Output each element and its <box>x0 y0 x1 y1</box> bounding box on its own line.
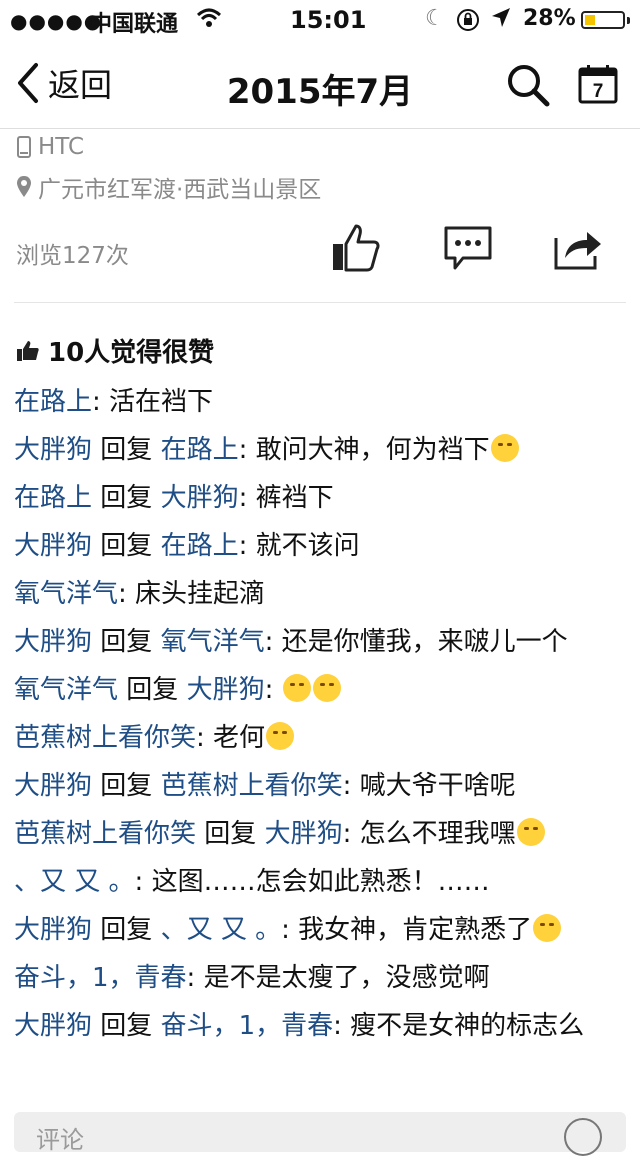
share-icon[interactable] <box>553 222 603 274</box>
calendar-day: 7 <box>593 81 604 102</box>
reply-target[interactable]: 大胖狗 <box>161 483 239 513</box>
comment-input[interactable]: 评论 <box>14 1112 626 1156</box>
comment-item[interactable]: 在路上: 活在裆下 <box>14 384 626 420</box>
comment-author[interactable]: 芭蕉树上看你笑 <box>14 723 196 753</box>
emoji-icon <box>282 674 311 702</box>
comment-item[interactable]: 大胖狗 回复 在路上: 敢问大神，何为裆下 <box>14 432 626 468</box>
comment-item[interactable]: 、又 又 。: 这图……怎会如此熟悉！…… <box>14 864 626 900</box>
reply-target[interactable]: 奋斗，1，青春 <box>161 1011 334 1041</box>
comment-text: 就不该问 <box>255 531 360 561</box>
comment-author[interactable]: 氧气洋气 <box>14 579 118 609</box>
comment-text: 我女神，肯定熟悉了 <box>298 915 533 945</box>
comment-author[interactable]: 在路上 <box>14 387 92 417</box>
comment-item[interactable]: 大胖狗 回复 氧气洋气: 还是你懂我，来啵儿一个 <box>14 624 626 660</box>
reply-target[interactable]: 芭蕉树上看你笑 <box>161 771 343 801</box>
location-arrow-icon <box>490 6 512 36</box>
comment-item[interactable]: 大胖狗 回复 芭蕉树上看你笑: 喊大爷干啥呢 <box>14 768 626 804</box>
comment-list: 在路上: 活在裆下 大胖狗 回复 在路上: 敢问大神，何为裆下 在路上 回复 大… <box>14 384 626 1056</box>
smiley-icon[interactable] <box>564 1118 602 1156</box>
comment-text: 是不是太瘦了，没感觉啊 <box>203 963 490 993</box>
comment-text: 这图……怎会如此熟悉！…… <box>151 867 490 897</box>
calendar-button[interactable]: 7 <box>578 64 618 104</box>
reply-word: 回复 <box>100 435 153 465</box>
status-bar: ●●●●● 中国联通 15:01 ☾ 28% <box>0 0 640 40</box>
comment-placeholder: 评论 <box>36 1126 84 1154</box>
reply-target[interactable]: 、又 又 。 <box>161 915 282 945</box>
comment-author[interactable]: 大胖狗 <box>14 531 92 561</box>
emoji-icon <box>266 722 295 750</box>
reply-word: 回复 <box>100 915 153 945</box>
comment-author[interactable]: 、又 又 。 <box>14 867 135 897</box>
emoji-icon <box>516 818 545 846</box>
search-icon[interactable] <box>505 62 551 108</box>
comment-author[interactable]: 大胖狗 <box>14 771 92 801</box>
comment-item[interactable]: 大胖狗 回复 、又 又 。: 我女神，肯定熟悉了 <box>14 912 626 948</box>
comment-author[interactable]: 芭蕉树上看你笑 <box>14 819 196 849</box>
comment-item[interactable]: 奋斗，1，青春: 是不是太瘦了，没感觉啊 <box>14 960 626 996</box>
thumbs-up-icon[interactable] <box>330 222 380 274</box>
thumbs-up-icon <box>17 340 39 361</box>
phone-icon <box>17 136 31 158</box>
comment-text: 敢问大神，何为裆下 <box>255 435 490 465</box>
comment-item[interactable]: 大胖狗 回复 在路上: 就不该问 <box>14 528 626 564</box>
reply-word: 回复 <box>204 819 257 849</box>
reply-word: 回复 <box>100 771 153 801</box>
calendar-icon: 7 <box>578 65 618 104</box>
status-time: 15:01 <box>290 6 367 34</box>
comment-author[interactable]: 大胖狗 <box>14 627 92 657</box>
location-name: 广元市红军渡·西武当山景区 <box>38 177 322 203</box>
signal-strength: ●●●●● <box>10 9 103 33</box>
carrier-name: 中国联通 <box>90 12 179 37</box>
comment-author[interactable]: 奋斗，1，青春 <box>14 963 187 993</box>
reply-target[interactable]: 大胖狗 <box>265 819 343 849</box>
comment-text: 活在裆下 <box>109 387 214 417</box>
reply-target[interactable]: 氧气洋气 <box>161 627 265 657</box>
battery-percent: 28% <box>523 6 576 31</box>
reply-target[interactable]: 在路上 <box>161 531 239 561</box>
comment-author[interactable]: 大胖狗 <box>14 915 92 945</box>
comment-text: 喊大爷干啥呢 <box>359 771 516 801</box>
reply-word: 回复 <box>100 627 153 657</box>
comment-author[interactable]: 氧气洋气 <box>14 675 118 705</box>
comment-text: 瘦不是女神的标志么 <box>350 1011 585 1041</box>
comment-text: 老何 <box>213 723 266 753</box>
view-count: 浏览127次 <box>16 243 129 269</box>
battery-icon <box>581 11 630 29</box>
location-row[interactable]: 广元市红军渡·西武当山景区 <box>16 170 321 204</box>
comment-item[interactable]: 芭蕉树上看你笑 回复 大胖狗: 怎么不理我嘿 <box>14 816 626 852</box>
emoji-icon <box>533 914 562 942</box>
orientation-lock-icon <box>456 8 480 38</box>
reply-target[interactable]: 大胖狗 <box>187 675 265 705</box>
emoji-icon <box>490 434 519 462</box>
reply-word: 回复 <box>100 531 153 561</box>
reply-word: 回复 <box>100 483 153 513</box>
emoji-icon <box>312 674 341 702</box>
wifi-icon <box>195 4 223 38</box>
comment-author[interactable]: 在路上 <box>14 483 92 513</box>
nav-bar: 返回 2015年7月 7 <box>0 40 640 129</box>
likes-count: 10人觉得很赞 <box>48 338 215 368</box>
comment-text: 裤裆下 <box>255 483 334 513</box>
reply-word: 回复 <box>100 1011 153 1041</box>
comment-text: 床头挂起滴 <box>135 579 266 609</box>
location-pin-icon <box>17 176 31 197</box>
comment-item[interactable]: 芭蕉树上看你笑: 老何 <box>14 720 626 756</box>
comment-item[interactable]: 氧气洋气 回复 大胖狗: <box>14 672 626 708</box>
reply-target[interactable]: 在路上 <box>161 435 239 465</box>
comment-text: 怎么不理我嘿 <box>359 819 516 849</box>
likes-summary[interactable]: 10人觉得很赞 <box>16 332 214 369</box>
comment-item[interactable]: 大胖狗 回复 奋斗，1，青春: 瘦不是女神的标志么 <box>14 1008 626 1044</box>
comment-text: 还是你懂我，来啵儿一个 <box>281 627 568 657</box>
reply-word: 回复 <box>126 675 179 705</box>
comment-bubble-icon[interactable] <box>443 222 493 274</box>
do-not-disturb-icon: ☾ <box>425 6 445 31</box>
comment-author[interactable]: 大胖狗 <box>14 435 92 465</box>
device-row: HTC <box>16 134 84 160</box>
battery-fill <box>585 15 595 25</box>
device-name: HTC <box>38 134 85 160</box>
comment-item[interactable]: 氧气洋气: 床头挂起滴 <box>14 576 626 612</box>
section-divider <box>14 302 626 303</box>
comment-author[interactable]: 大胖狗 <box>14 1011 92 1041</box>
comment-item[interactable]: 在路上 回复 大胖狗: 裤裆下 <box>14 480 626 516</box>
